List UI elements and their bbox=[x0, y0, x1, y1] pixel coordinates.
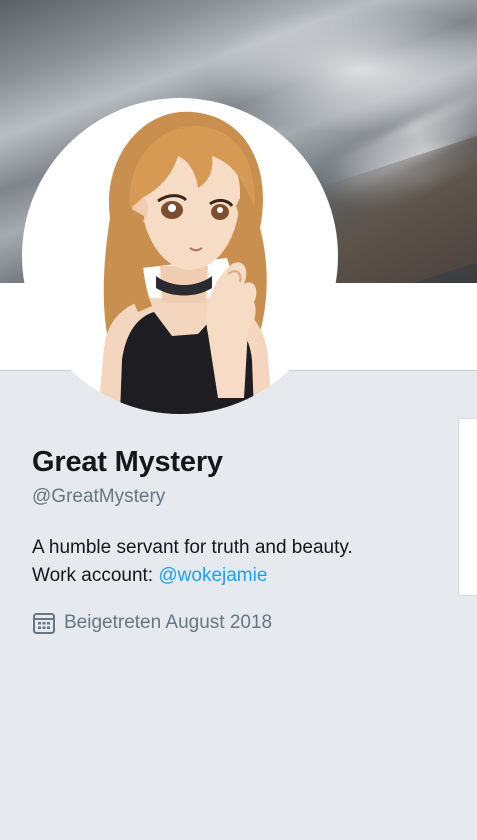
bio-line-2: Work account: @wokejamie bbox=[32, 562, 353, 590]
avatar[interactable] bbox=[22, 98, 338, 414]
bio-line-1: A humble servant for truth and beauty. bbox=[32, 537, 353, 558]
calendar-icon bbox=[33, 613, 55, 634]
joined-date-text: Beigetreten August 2018 bbox=[64, 612, 273, 633]
side-panel-edge bbox=[458, 418, 477, 596]
joined-date: Beigetreten August 2018 bbox=[32, 611, 272, 635]
profile-bio: A humble servant for truth and beauty. W… bbox=[32, 534, 353, 590]
bio-line-2-prefix: Work account: bbox=[32, 565, 159, 586]
avatar-illustration bbox=[98, 111, 272, 414]
profile-handle: @GreatMystery bbox=[32, 486, 166, 507]
profile-display-name: Great Mystery bbox=[32, 446, 223, 478]
bio-mention-link[interactable]: @wokejamie bbox=[158, 565, 267, 586]
